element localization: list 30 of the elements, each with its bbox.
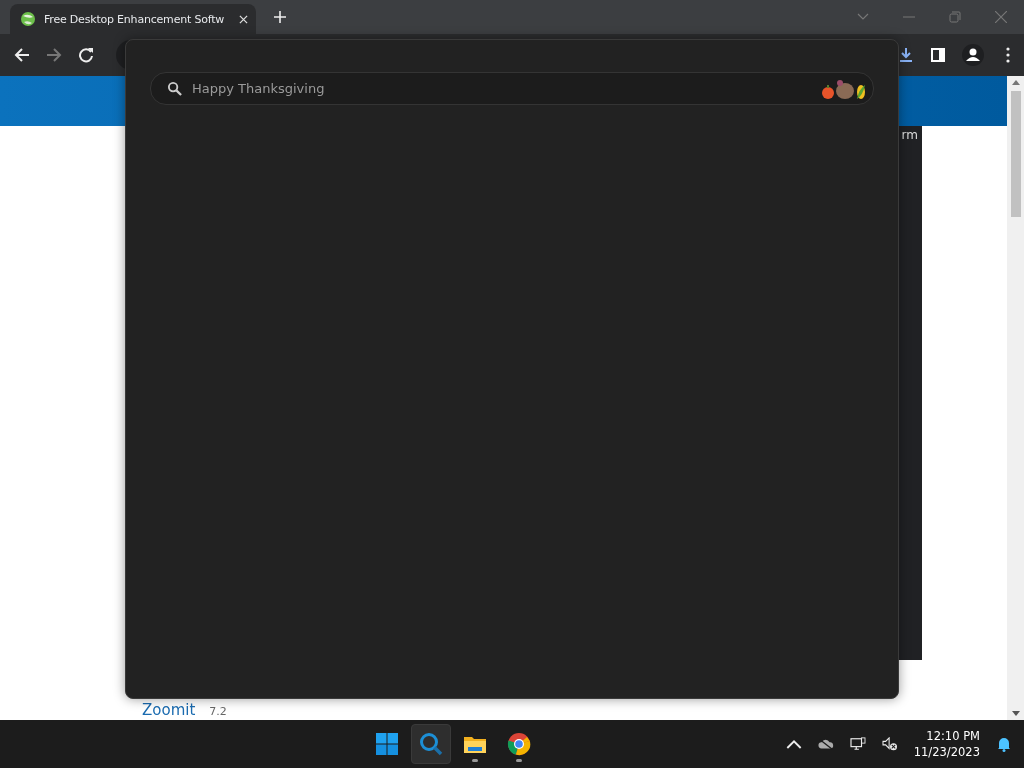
product-version: 7.2 (209, 705, 227, 718)
back-arrow-icon[interactable] (14, 47, 30, 63)
plus-icon[interactable] (274, 11, 286, 23)
search-bar[interactable]: Happy Thanksgiving (150, 72, 874, 105)
menu-icon[interactable] (1006, 47, 1010, 63)
scroll-thumb[interactable] (1010, 91, 1021, 217)
browser-logo-icon (506, 732, 531, 756)
tab-title: Free Desktop Enhancement Softw (44, 12, 226, 26)
scroll-down-icon[interactable] (1011, 711, 1020, 716)
partial-text: rm (901, 128, 919, 144)
globe-logo-icon (20, 11, 36, 27)
scroll-up-icon[interactable] (1011, 80, 1020, 85)
windows-logo-icon (374, 732, 399, 756)
network-icon[interactable] (849, 737, 866, 751)
search-icon (167, 81, 182, 96)
reload-icon[interactable] (78, 47, 94, 63)
search-input[interactable]: Happy Thanksgiving (190, 80, 813, 97)
clock-time: 12:10 PM (926, 728, 980, 744)
product-name[interactable]: Zoomit (142, 701, 196, 719)
download-icon[interactable] (898, 47, 914, 63)
side-panel-icon[interactable] (930, 47, 946, 63)
profile-icon[interactable] (962, 44, 984, 66)
cloud-off-icon[interactable] (817, 737, 834, 751)
clock-date: 11/23/2023 (913, 744, 980, 760)
taskbar-app[interactable] (410, 724, 451, 764)
search-icon (418, 732, 443, 756)
volume-muted-icon[interactable] (881, 737, 898, 751)
clock[interactable]: 12:10 PM 11/23/2023 (913, 728, 980, 760)
browser-tab[interactable]: Free Desktop Enhancement Softw (10, 4, 256, 34)
bell-icon[interactable] (996, 736, 1012, 752)
